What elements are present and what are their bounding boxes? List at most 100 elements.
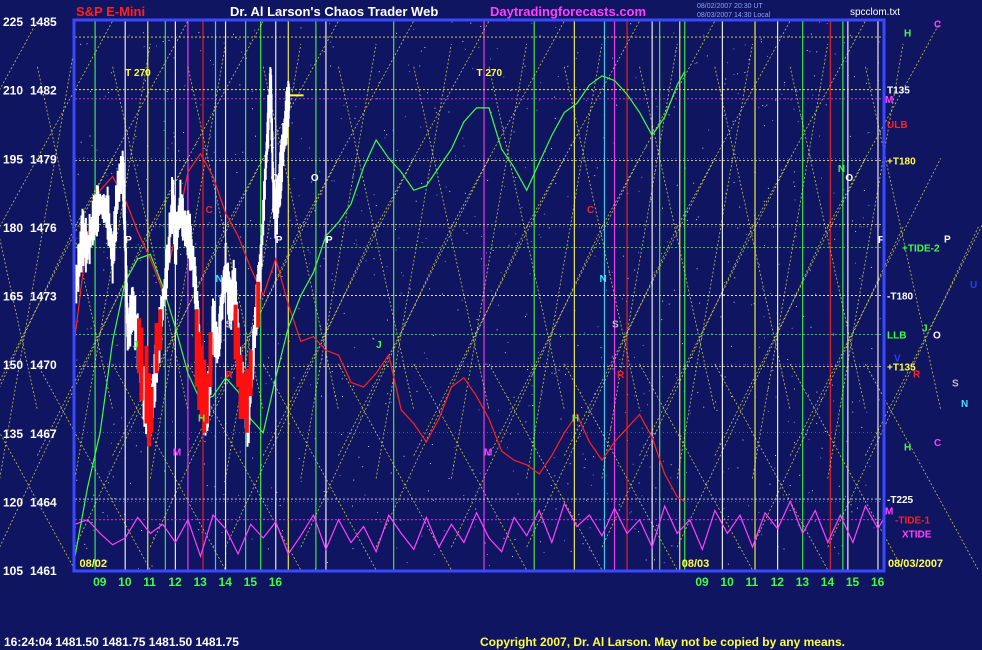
star [819, 135, 820, 137]
star [443, 530, 445, 532]
star [91, 522, 93, 524]
star [555, 27, 557, 28]
star [373, 194, 375, 196]
star [396, 547, 398, 549]
star [744, 364, 746, 366]
star [282, 530, 283, 532]
star [108, 482, 110, 484]
star [372, 337, 374, 339]
star [530, 529, 532, 531]
star [861, 274, 863, 276]
star [543, 552, 545, 553]
star [742, 439, 744, 441]
star [618, 504, 620, 506]
star [808, 492, 810, 494]
star [793, 108, 795, 110]
star [476, 319, 478, 320]
star [242, 151, 244, 153]
star [766, 104, 768, 106]
star [93, 494, 95, 496]
star [733, 301, 735, 303]
star [539, 35, 541, 37]
star [167, 147, 169, 149]
star [107, 515, 108, 517]
star [430, 386, 432, 388]
star [671, 545, 673, 547]
star [656, 105, 658, 107]
marker-label: C [587, 205, 594, 216]
star [594, 175, 596, 177]
star [289, 219, 291, 221]
star [203, 147, 205, 149]
star [611, 271, 613, 273]
star [772, 369, 774, 371]
star [238, 38, 240, 40]
star [733, 48, 735, 50]
y-tick-price: 1464 [30, 495, 57, 509]
star [512, 470, 514, 472]
star [238, 494, 240, 496]
star [478, 47, 480, 49]
star [812, 94, 814, 96]
star [168, 39, 170, 41]
star [630, 23, 632, 25]
star [745, 233, 747, 235]
star [377, 226, 379, 228]
star [108, 92, 110, 94]
data-file-name: spcclom.txt [850, 7, 900, 18]
star [431, 444, 433, 445]
star [378, 71, 380, 73]
star [243, 245, 245, 247]
star [375, 205, 377, 207]
star [727, 563, 729, 565]
star [767, 187, 769, 189]
last-quote: 16:24:04 1481.50 1481.75 1481.50 1481.75 [4, 635, 239, 649]
star [395, 249, 397, 251]
star [236, 172, 238, 173]
y-tick-index: 195 [3, 152, 23, 166]
star [198, 529, 200, 531]
star [605, 475, 607, 477]
star [105, 242, 107, 244]
star [112, 163, 114, 165]
star [339, 475, 341, 477]
star [731, 345, 732, 347]
star [429, 463, 431, 464]
star [575, 86, 577, 88]
star [293, 377, 295, 379]
star [486, 252, 488, 254]
star [810, 326, 812, 328]
star [140, 451, 142, 453]
star [862, 217, 864, 219]
star [557, 76, 559, 77]
star [548, 227, 550, 229]
legend-label: -TIDE-1 [895, 516, 930, 527]
star [767, 411, 769, 412]
star [701, 337, 703, 339]
legend-label: H [904, 442, 911, 453]
star [385, 295, 387, 297]
marker-label: N [599, 274, 606, 285]
star [656, 524, 658, 526]
marker-label: O [311, 173, 319, 184]
star [560, 335, 561, 337]
star [121, 417, 122, 419]
star [279, 505, 281, 506]
star [221, 532, 223, 533]
star [575, 57, 577, 59]
star [390, 472, 392, 474]
star [307, 249, 309, 251]
star [780, 169, 782, 171]
star [861, 426, 863, 428]
star [189, 438, 190, 440]
star [600, 347, 602, 349]
marker-label: S [226, 320, 233, 331]
star [555, 369, 557, 371]
star [732, 120, 734, 122]
star [580, 391, 582, 393]
star [103, 269, 105, 271]
star [866, 411, 868, 413]
star [810, 33, 812, 35]
star [108, 471, 110, 473]
star [622, 255, 624, 257]
